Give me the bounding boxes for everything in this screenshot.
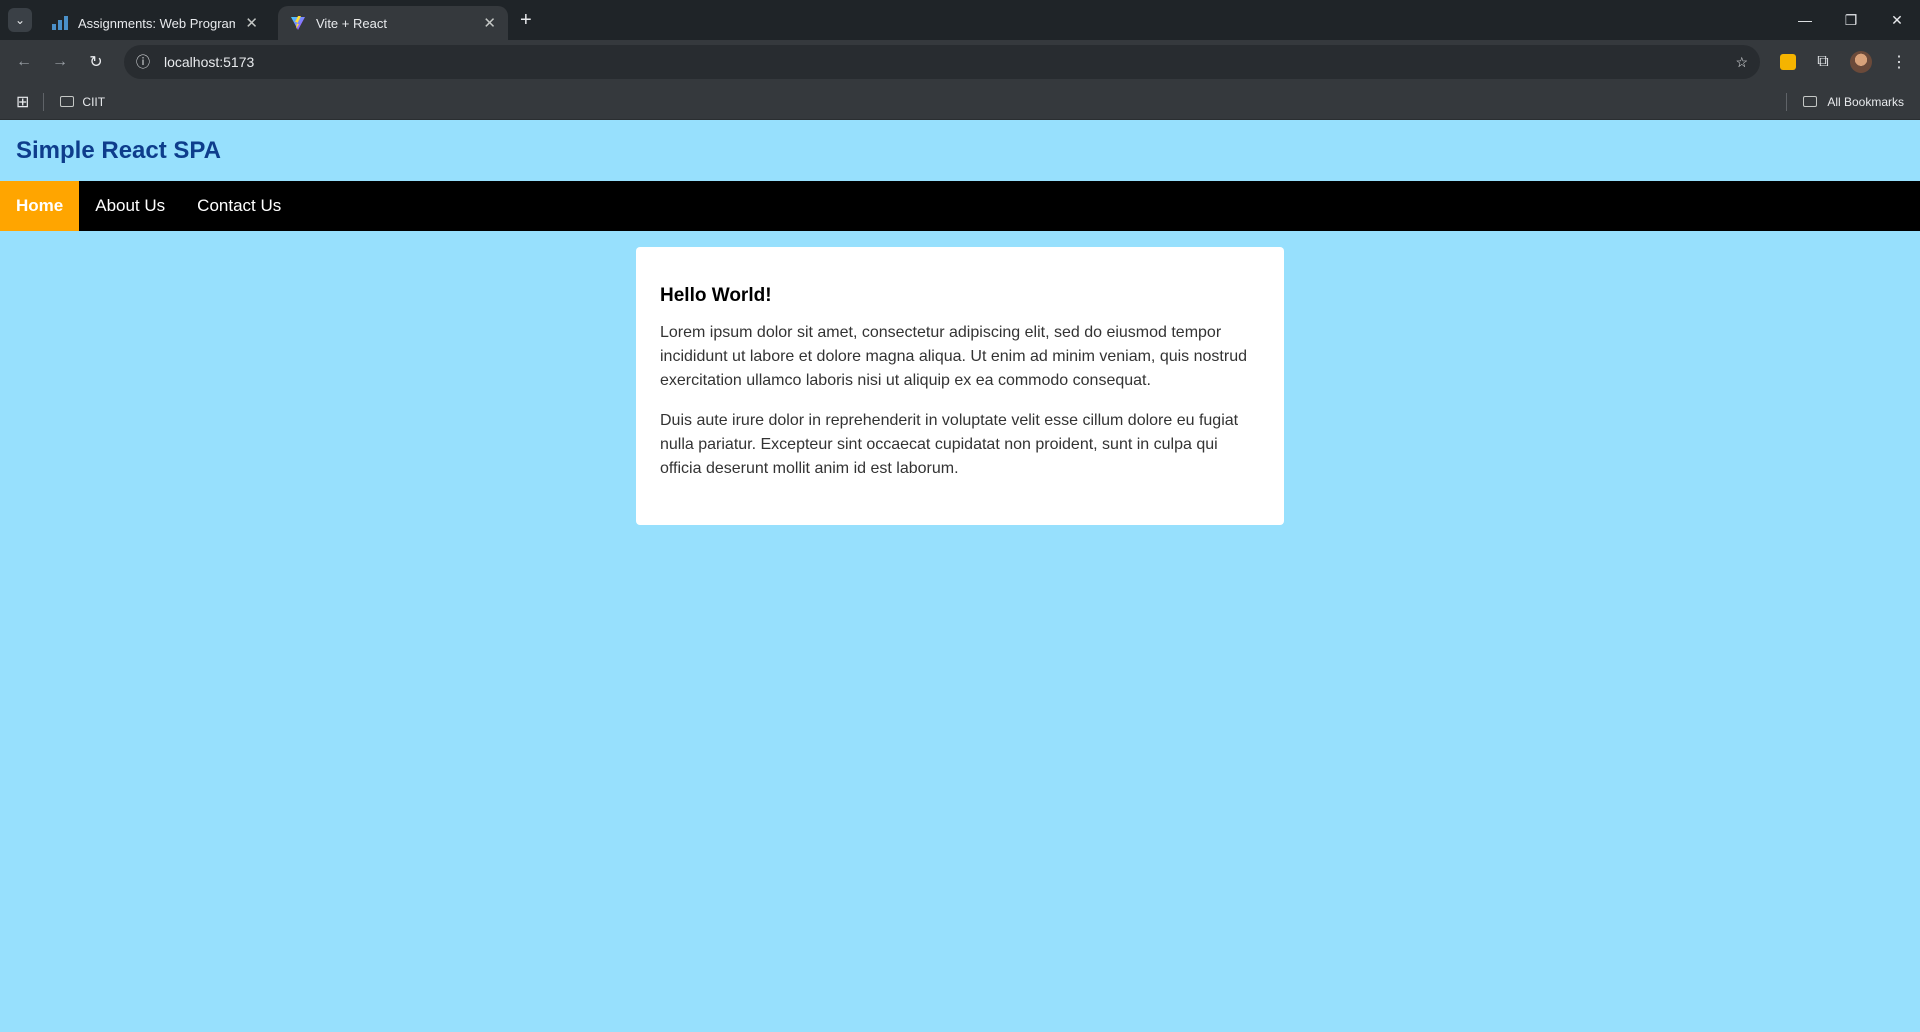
minimize-icon[interactable]: — xyxy=(1782,0,1828,40)
tab-search-chevron-icon[interactable]: ⌄ xyxy=(8,8,32,32)
back-arrow-icon[interactable]: ← xyxy=(10,48,38,76)
card-paragraph: Duis aute irure dolor in reprehenderit i… xyxy=(660,412,1239,477)
folder-icon xyxy=(1803,96,1818,107)
restore-icon[interactable]: ❐ xyxy=(1828,0,1874,40)
vite-icon xyxy=(291,16,305,30)
site-title: Simple React SPA xyxy=(16,136,221,164)
divider xyxy=(1786,92,1788,111)
browser-tab-assignments[interactable]: Assignments: Web Programmin ✕ xyxy=(40,6,270,40)
tab-title: Assignments: Web Programmin xyxy=(78,15,236,31)
window-controls: — ❐ ✕ xyxy=(1782,0,1920,40)
browser-tab-vite-react[interactable]: Vite + React ✕ xyxy=(278,6,508,40)
address-url: localhost:5173 xyxy=(164,54,255,70)
content-card: Hello World! Lorem ipsum dolor sit amet,… xyxy=(636,247,1284,525)
reload-icon[interactable]: ↻ xyxy=(82,48,110,76)
more-menu-icon[interactable]: ⋮ xyxy=(1888,52,1910,72)
all-bookmarks-label: All Bookmarks xyxy=(1827,94,1904,109)
bookmarks-bar: ⊞ CIIT All Bookmarks xyxy=(0,84,1920,120)
close-icon[interactable]: ✕ xyxy=(483,14,496,32)
new-tab-plus-icon[interactable]: + xyxy=(520,8,532,32)
card-heading: Hello World! xyxy=(660,285,772,306)
bookmark-label: CIIT xyxy=(82,94,106,109)
profile-avatar[interactable] xyxy=(1850,51,1872,73)
divider xyxy=(43,92,45,111)
close-window-icon[interactable]: ✕ xyxy=(1874,0,1920,40)
all-bookmarks-button[interactable]: All Bookmarks xyxy=(1786,92,1904,111)
nav-link-contact-us[interactable]: Contact Us xyxy=(181,181,297,231)
nav-link-about-us[interactable]: About Us xyxy=(79,181,181,231)
close-icon[interactable]: ✕ xyxy=(245,14,258,32)
page-viewport: Simple React SPA Home About Us Contact U… xyxy=(0,120,1920,1032)
extensions-puzzle-icon[interactable]: ⧉ xyxy=(1812,53,1834,71)
address-bar[interactable]: ⓘ localhost:5173 ☆ xyxy=(124,45,1760,79)
chart-bars-icon xyxy=(52,16,68,30)
bookmark-folder-ciit[interactable]: CIIT xyxy=(60,95,105,109)
browser-toolbar: ← → ↻ ⓘ localhost:5173 ☆ ⧉ ⋮ xyxy=(0,40,1920,84)
nav-link-home[interactable]: Home xyxy=(0,181,80,231)
bookmark-star-icon[interactable]: ☆ xyxy=(1735,54,1748,71)
site-nav: Home About Us Contact Us xyxy=(0,181,1920,231)
tab-title: Vite + React xyxy=(316,15,387,31)
browser-tab-strip: ⌄ Assignments: Web Programmin ✕ Vite + R… xyxy=(0,0,1920,40)
card-paragraph: Lorem ipsum dolor sit amet, consectetur … xyxy=(660,324,1247,389)
apps-grid-icon[interactable]: ⊞ xyxy=(16,92,29,112)
site-info-icon[interactable]: ⓘ xyxy=(136,52,150,72)
extension-icon[interactable] xyxy=(1780,54,1796,70)
site-header: Simple React SPA xyxy=(0,120,1920,181)
forward-arrow-icon[interactable]: → xyxy=(46,48,74,76)
folder-icon xyxy=(60,96,75,107)
